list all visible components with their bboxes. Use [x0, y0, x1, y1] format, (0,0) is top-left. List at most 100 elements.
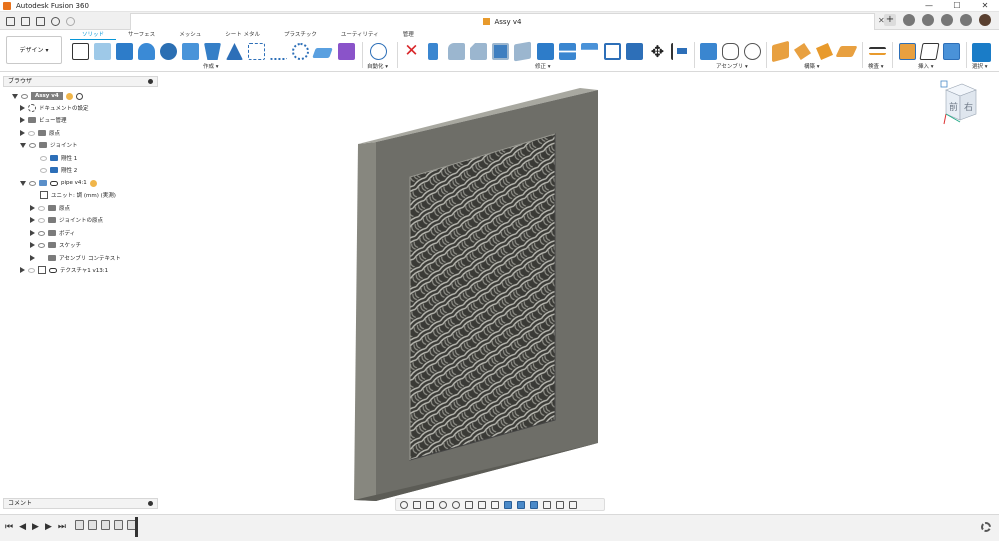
visual-style-hidden-icon[interactable]	[530, 500, 538, 509]
tree-item[interactable]: テクスチャ1 v13:1	[20, 264, 108, 276]
timeline-marker[interactable]	[135, 517, 138, 537]
help-icon[interactable]	[960, 14, 972, 26]
minimize-button[interactable]: —	[915, 0, 943, 12]
expand-chevron-icon[interactable]	[30, 217, 35, 223]
expand-chevron-icon[interactable]	[20, 117, 25, 123]
tree-item[interactable]: ビュー管理	[20, 114, 67, 126]
activate-badge-icon[interactable]	[65, 92, 73, 100]
construct-group-label[interactable]: 構築 ▾	[804, 62, 820, 70]
expand-chevron-icon[interactable]	[20, 267, 25, 273]
tree-item[interactable]: pipe v4:1	[20, 177, 97, 189]
fillet-icon[interactable]	[448, 43, 465, 60]
measure-icon[interactable]	[869, 47, 886, 55]
tab-solid[interactable]: ソリッド	[70, 30, 117, 40]
target-icon[interactable]	[75, 92, 83, 100]
press-pull-icon[interactable]	[428, 43, 438, 60]
path-pattern-icon[interactable]	[270, 43, 287, 60]
visual-style-edges-icon[interactable]	[517, 500, 525, 509]
tree-item[interactable]: ジョイント	[20, 139, 78, 151]
insert-group-label[interactable]: 挿入 ▾	[918, 62, 934, 70]
expand-chevron-icon[interactable]	[20, 180, 26, 186]
expand-chevron-icon[interactable]	[30, 230, 35, 236]
tab-utilities[interactable]: ユーティリティ	[329, 30, 391, 40]
maximize-button[interactable]: ☐	[943, 0, 971, 12]
timeline-feature-joint[interactable]	[88, 520, 97, 530]
visibility-eye-icon[interactable]	[29, 142, 36, 148]
visibility-eye-icon[interactable]	[40, 167, 47, 173]
look-at-icon[interactable]	[413, 500, 421, 509]
visibility-eye-icon[interactable]	[29, 180, 36, 186]
insert-derive-icon[interactable]	[899, 43, 916, 60]
model-viewport[interactable]	[340, 80, 620, 505]
replace-face-icon[interactable]	[626, 43, 643, 60]
user-avatar[interactable]	[979, 14, 991, 26]
expand-chevron-icon[interactable]	[30, 242, 35, 248]
modify-group-label[interactable]: 修正 ▾	[535, 62, 551, 70]
visibility-eye-icon[interactable]	[38, 242, 45, 248]
finish-sketch-icon[interactable]	[94, 43, 111, 60]
scale-icon[interactable]	[537, 43, 554, 60]
motion-link-icon[interactable]	[744, 43, 761, 60]
shell-icon[interactable]	[492, 43, 509, 60]
tree-item[interactable]: ドキュメントの設定	[20, 102, 89, 114]
go-to-start-icon[interactable]: ⏮	[5, 522, 13, 532]
expand-chevron-icon[interactable]	[20, 130, 25, 136]
undo-icon[interactable]	[51, 16, 60, 26]
expand-chevron-icon[interactable]	[20, 105, 25, 111]
grid-menu-icon[interactable]	[6, 16, 15, 26]
go-to-end-icon[interactable]: ⏭	[58, 522, 66, 532]
tree-item[interactable]: ユニット: 調 (mm) (実測)	[40, 189, 116, 201]
visual-style-shaded-icon[interactable]	[504, 500, 512, 509]
browser-pin-icon[interactable]	[148, 79, 153, 84]
visibility-eye-icon[interactable]	[28, 130, 35, 136]
timeline-feature-component[interactable]	[75, 520, 84, 530]
tree-item[interactable]: 原点	[20, 127, 60, 139]
save-icon[interactable]	[36, 16, 45, 26]
tab-manage[interactable]: 管理	[391, 30, 426, 40]
timeline-feature-component[interactable]	[114, 520, 123, 530]
new-tab-plus-icon[interactable]: +	[884, 14, 896, 26]
notifications-icon[interactable]	[941, 14, 953, 26]
visibility-eye-icon[interactable]	[38, 230, 45, 236]
new-sketch-icon[interactable]	[72, 43, 89, 60]
play-icon[interactable]: ▶	[32, 522, 39, 532]
expand-chevron-icon[interactable]	[30, 255, 35, 261]
browser-panel-header[interactable]: ブラウザ	[3, 76, 158, 87]
rectangular-pattern-icon[interactable]	[248, 43, 265, 60]
file-menu-icon[interactable]	[21, 16, 30, 26]
expand-chevron-icon[interactable]	[30, 205, 35, 211]
visibility-eye-icon[interactable]	[38, 217, 45, 223]
viewports-icon[interactable]	[491, 500, 499, 509]
move-copy-icon[interactable]: ✥	[649, 43, 666, 60]
home-view-icon[interactable]	[940, 80, 948, 88]
wireframe-visible-icon[interactable]	[569, 500, 577, 509]
tab-plastic[interactable]: プラスチック	[272, 30, 329, 40]
align-icon[interactable]	[604, 43, 621, 60]
wireframe-hidden-icon[interactable]	[556, 500, 564, 509]
joint-icon[interactable]	[722, 43, 739, 60]
step-back-icon[interactable]: ◀	[19, 522, 26, 532]
align-to-icon[interactable]	[671, 43, 688, 60]
extrude-icon[interactable]	[116, 43, 133, 60]
timeline-settings-gear-icon[interactable]	[981, 522, 991, 532]
tab-surface[interactable]: サーフェス	[116, 30, 167, 40]
step-forward-icon[interactable]: ▶	[45, 522, 52, 532]
activate-badge-icon[interactable]	[89, 179, 97, 187]
redo-icon[interactable]	[66, 16, 75, 26]
tree-item[interactable]: スケッチ	[30, 239, 81, 251]
tab-mesh[interactable]: メッシュ	[167, 30, 213, 40]
wireframe-icon[interactable]	[543, 500, 551, 509]
orbit-icon[interactable]	[400, 500, 408, 509]
tree-item[interactable]: 剛性 1	[40, 152, 77, 164]
delete-x-icon[interactable]: ✕	[403, 43, 420, 60]
hole-icon[interactable]	[160, 43, 177, 60]
job-status-icon[interactable]	[922, 14, 934, 26]
select-icon[interactable]	[972, 43, 991, 62]
pan-hand-icon[interactable]	[426, 500, 434, 509]
automate-group-label[interactable]: 自動化 ▾	[367, 62, 388, 70]
extensions-icon[interactable]	[903, 14, 915, 26]
create-form-icon[interactable]	[338, 43, 355, 60]
tree-item[interactable]: ジョイントの原点	[30, 214, 103, 226]
tree-item[interactable]: 原点	[30, 202, 70, 214]
comments-add-icon[interactable]	[148, 501, 153, 506]
